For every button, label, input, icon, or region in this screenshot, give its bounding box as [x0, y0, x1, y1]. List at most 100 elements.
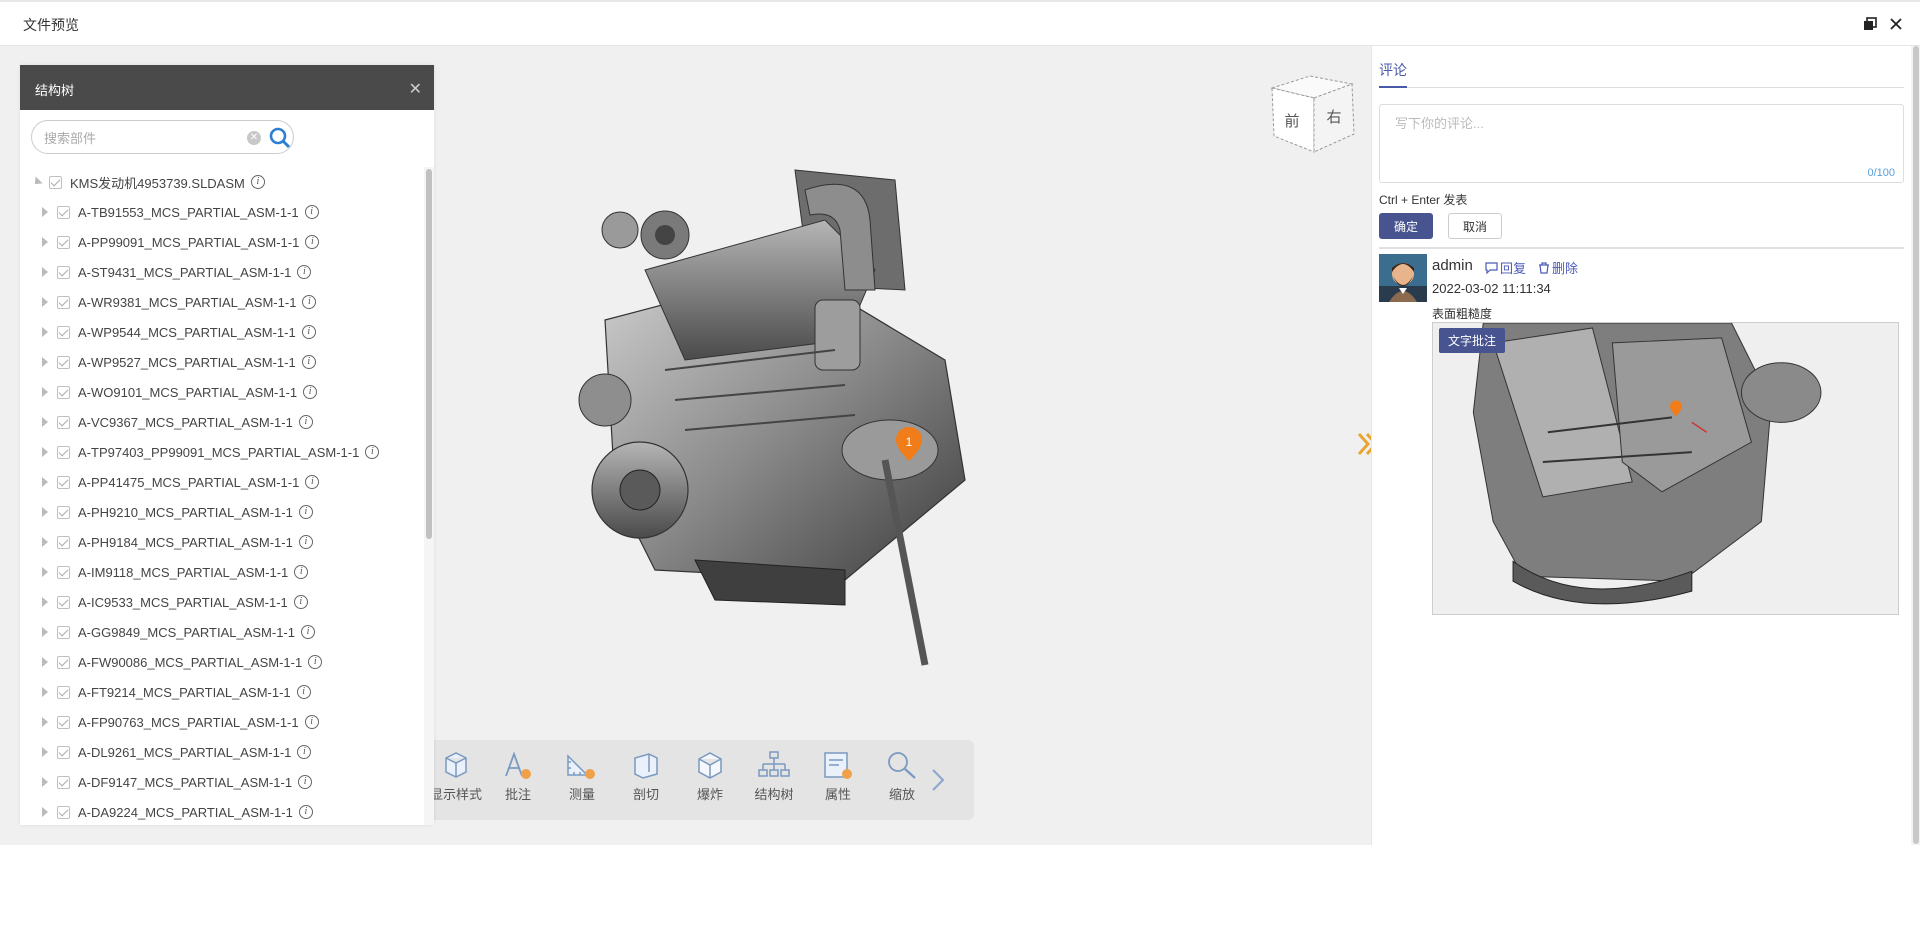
tree-checkbox[interactable] — [57, 235, 70, 249]
tree-root[interactable]: KMS发动机4953739.SLDASM i — [20, 167, 424, 197]
info-icon[interactable]: i — [294, 565, 309, 579]
close-icon[interactable]: ✕ — [409, 79, 422, 99]
info-icon[interactable]: i — [301, 625, 315, 639]
info-icon[interactable]: i — [293, 595, 308, 609]
tree-checkbox[interactable] — [57, 385, 70, 399]
tool-display-style[interactable]: 显示样式 — [428, 750, 484, 803]
collapse-icon[interactable] — [31, 176, 43, 188]
search-icon[interactable] — [268, 126, 292, 150]
expand-icon[interactable] — [42, 567, 48, 577]
info-icon[interactable]: i — [302, 295, 317, 309]
tree-item[interactable]: A-PP99091_MCS_PARTIAL_ASM-1-1 i — [20, 227, 424, 257]
info-icon[interactable]: i — [297, 265, 312, 279]
info-icon[interactable]: i — [308, 655, 323, 669]
tree-item[interactable]: A-GG9849_MCS_PARTIAL_ASM-1-1 i — [20, 617, 424, 647]
tree-item[interactable]: A-FW90086_MCS_PARTIAL_ASM-1-1 i — [20, 647, 424, 677]
expand-icon[interactable] — [42, 687, 48, 697]
tree-checkbox[interactable] — [57, 565, 70, 579]
info-icon[interactable]: i — [298, 535, 313, 549]
tree-item[interactable]: A-PP41475_MCS_PARTIAL_ASM-1-1 i — [20, 467, 424, 497]
tree-item[interactable]: A-WO9101_MCS_PARTIAL_ASM-1-1 i — [20, 377, 424, 407]
expand-icon[interactable] — [42, 507, 48, 517]
tree-checkbox[interactable] — [57, 355, 70, 369]
expand-icon[interactable] — [42, 627, 48, 637]
tree-item[interactable]: A-FP90763_MCS_PARTIAL_ASM-1-1 i — [20, 707, 424, 737]
tree-item[interactable]: A-PH9184_MCS_PARTIAL_ASM-1-1 i — [20, 527, 424, 557]
tree-checkbox[interactable] — [57, 685, 70, 699]
tool-explode[interactable]: 爆炸 — [682, 750, 738, 803]
tree-item[interactable]: A-DF9147_MCS_PARTIAL_ASM-1-1 i — [20, 767, 424, 797]
tab-comments[interactable]: 评论 — [1379, 60, 1407, 88]
view-cube[interactable]: 前 右 — [1270, 74, 1358, 154]
comment-screenshot[interactable] — [1432, 322, 1899, 615]
tree-item[interactable]: A-TP97403_PP99091_MCS_PARTIAL_ASM-1-1 i — [20, 437, 424, 467]
tree-item[interactable]: A-DA9224_MCS_PARTIAL_ASM-1-1 i — [20, 797, 424, 825]
info-icon[interactable]: i — [298, 775, 313, 789]
info-icon[interactable]: i — [305, 235, 320, 249]
tree-scrollbar[interactable] — [424, 167, 434, 825]
tree-item[interactable]: A-TB91553_MCS_PARTIAL_ASM-1-1 i — [20, 197, 424, 227]
tool-zoom[interactable]: 缩放 — [874, 750, 930, 803]
tree-item[interactable]: A-VC9367_MCS_PARTIAL_ASM-1-1 i — [20, 407, 424, 437]
tree-item[interactable]: A-DL9261_MCS_PARTIAL_ASM-1-1 i — [20, 737, 424, 767]
tree-item[interactable]: A-WR9381_MCS_PARTIAL_ASM-1-1 i — [20, 287, 424, 317]
tool-measure[interactable]: 测量 — [554, 750, 610, 803]
info-icon[interactable]: i — [298, 415, 313, 429]
info-icon[interactable]: i — [365, 445, 380, 459]
delete-button[interactable]: 删除 — [1538, 258, 1584, 277]
tree-item[interactable]: A-ST9431_MCS_PARTIAL_ASM-1-1 i — [20, 257, 424, 287]
restore-icon[interactable] — [1862, 16, 1878, 32]
scrollbar-thumb[interactable] — [1913, 46, 1919, 844]
expand-icon[interactable] — [42, 387, 48, 397]
tree-item[interactable]: A-FT9214_MCS_PARTIAL_ASM-1-1 i — [20, 677, 424, 707]
tree-checkbox[interactable] — [57, 625, 70, 639]
expand-icon[interactable] — [42, 597, 48, 607]
chevron-right-icon[interactable] — [930, 768, 946, 792]
expand-icon[interactable] — [42, 447, 48, 457]
tree-checkbox[interactable] — [57, 325, 70, 339]
expand-icon[interactable] — [42, 267, 48, 277]
engine-model[interactable] — [545, 160, 1005, 680]
tree-checkbox[interactable] — [57, 775, 70, 789]
tool-structure-tree[interactable]: 结构树 — [746, 750, 802, 803]
search-input[interactable] — [44, 128, 234, 148]
comment-scrollbar[interactable] — [1911, 46, 1920, 845]
info-icon[interactable]: i — [298, 505, 313, 519]
clear-icon[interactable]: ✕ — [247, 131, 261, 145]
info-icon[interactable]: i — [301, 325, 316, 339]
tree-checkbox[interactable] — [49, 175, 62, 189]
info-icon[interactable]: i — [250, 175, 265, 189]
cancel-button[interactable]: 取消 — [1448, 213, 1502, 239]
tool-section[interactable]: 剖切 — [618, 750, 674, 803]
tree-checkbox[interactable] — [57, 655, 70, 669]
expand-icon[interactable] — [42, 537, 48, 547]
info-icon[interactable]: i — [303, 385, 318, 399]
tree-checkbox[interactable] — [57, 265, 70, 279]
expand-icon[interactable] — [42, 657, 48, 667]
expand-icon[interactable] — [42, 417, 48, 427]
annotation-marker[interactable]: 1 — [895, 426, 923, 462]
expand-icon[interactable] — [42, 777, 48, 787]
scrollbar-thumb[interactable] — [426, 169, 432, 539]
tree-checkbox[interactable] — [57, 205, 70, 219]
info-icon[interactable]: i — [296, 685, 311, 699]
tree-checkbox[interactable] — [57, 505, 70, 519]
confirm-button[interactable]: 确定 — [1379, 213, 1433, 239]
expand-icon[interactable] — [42, 357, 48, 367]
info-icon[interactable]: i — [297, 745, 312, 759]
tree-checkbox[interactable] — [57, 745, 70, 759]
info-icon[interactable]: i — [304, 715, 319, 729]
info-icon[interactable]: i — [305, 475, 320, 489]
comment-input[interactable] — [1395, 113, 1885, 163]
tree-checkbox[interactable] — [57, 295, 70, 309]
expand-icon[interactable] — [42, 807, 48, 817]
info-icon[interactable]: i — [301, 355, 316, 369]
tree-checkbox[interactable] — [57, 475, 70, 489]
expand-icon[interactable] — [42, 717, 48, 727]
expand-icon[interactable] — [42, 327, 48, 337]
expand-icon[interactable] — [42, 747, 48, 757]
info-icon[interactable]: i — [298, 805, 313, 819]
tree-item[interactable]: A-WP9544_MCS_PARTIAL_ASM-1-1 i — [20, 317, 424, 347]
tree-item[interactable]: A-WP9527_MCS_PARTIAL_ASM-1-1 i — [20, 347, 424, 377]
tree-item[interactable]: A-PH9210_MCS_PARTIAL_ASM-1-1 i — [20, 497, 424, 527]
